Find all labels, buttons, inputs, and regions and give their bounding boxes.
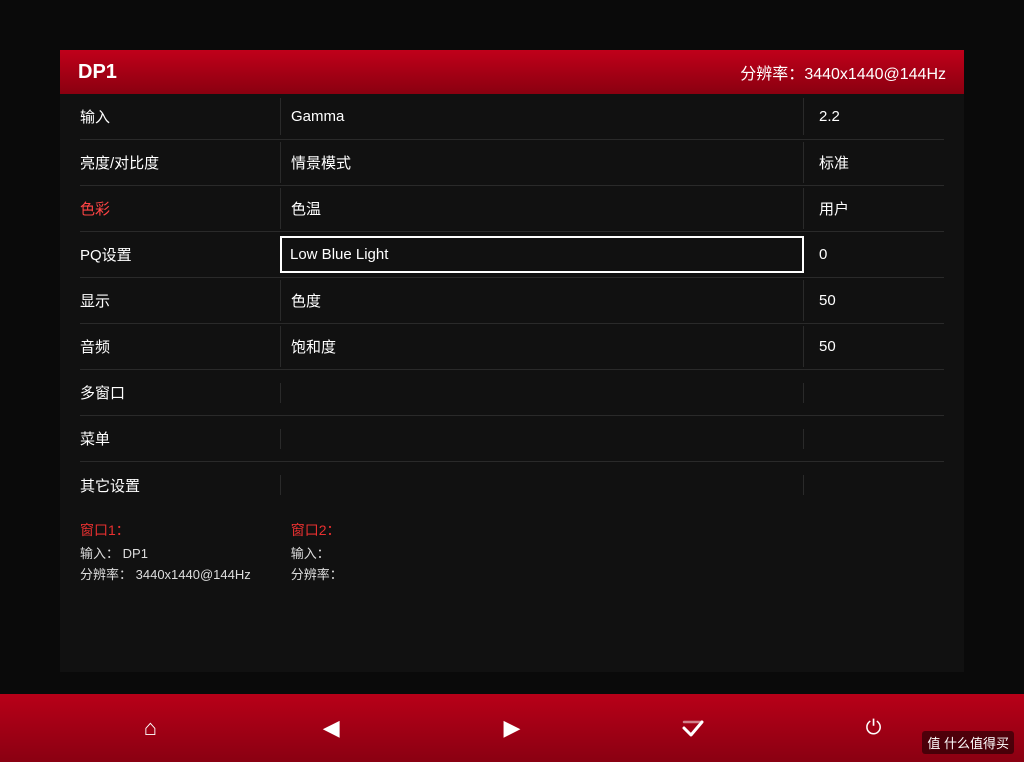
nav-bar: ⌂ ◀ ▶ ⏻ (0, 694, 1024, 762)
col-mid-scene: 情景模式 (280, 142, 804, 183)
col-mid-multiwindow (280, 383, 804, 403)
watermark: 值 什么值得买 (922, 731, 1014, 754)
col-left-multiwindow: 多窗口 (80, 372, 280, 413)
menu-row-audio: 音频 饱和度 50 (80, 324, 944, 370)
window1-title: 窗口1： (80, 520, 251, 540)
window2-info: 窗口2： 输入： 分辨率： (291, 520, 343, 586)
nav-confirm-button[interactable] (668, 703, 718, 753)
col-right-hue: 50 (804, 282, 944, 319)
col-right-colortemp: 用户 (804, 188, 944, 229)
window1-input: 输入： DP1 (80, 544, 251, 565)
menu-row-input: 输入 Gamma 2.2 (80, 94, 944, 140)
col-left-menu: 菜单 (80, 418, 280, 459)
nav-right-button[interactable]: ▶ (487, 703, 537, 753)
col-mid-saturation: 饱和度 (280, 326, 804, 367)
col-mid-lowblue[interactable]: Low Blue Light (280, 236, 804, 273)
col-left-audio: 音频 (80, 326, 280, 367)
header-resolution: 分辨率：3440x1440@144Hz (740, 60, 946, 84)
col-right-multiwindow (804, 383, 944, 403)
col-left-display: 显示 (80, 280, 280, 321)
window1-resolution: 分辨率： 3440x1440@144Hz (80, 565, 251, 586)
header-bar: DP1 分辨率：3440x1440@144Hz (60, 50, 964, 94)
nav-left-button[interactable]: ◀ (306, 703, 356, 753)
col-left-brightness: 亮度/对比度 (80, 142, 280, 183)
col-right-gamma: 2.2 (804, 98, 944, 135)
menu-content: 输入 Gamma 2.2 亮度/对比度 情景模式 标准 色彩 色温 用户 PQ设… (60, 94, 964, 508)
col-right-saturation: 50 (804, 328, 944, 365)
col-mid-menu (280, 429, 804, 449)
col-right-scene: 标准 (804, 142, 944, 183)
window2-title: 窗口2： (291, 520, 343, 540)
nav-home-button[interactable]: ⌂ (125, 703, 175, 753)
bottom-info: 窗口1： 输入： DP1 分辨率： 3440x1440@144Hz 窗口2： 输… (60, 520, 964, 586)
menu-row-color: 色彩 色温 用户 (80, 186, 944, 232)
menu-row-othersettings: 其它设置 (80, 462, 944, 508)
col-left-othersettings: 其它设置 (80, 465, 280, 506)
col-right-menu (804, 429, 944, 449)
col-mid-colortemp: 色温 (280, 188, 804, 229)
window2-resolution: 分辨率： (291, 565, 343, 586)
osd-container: DP1 分辨率：3440x1440@144Hz 输入 Gamma 2.2 亮度/… (60, 50, 964, 672)
window1-info: 窗口1： 输入： DP1 分辨率： 3440x1440@144Hz (80, 520, 251, 586)
header-source: DP1 (78, 61, 117, 84)
col-left-pq: PQ设置 (80, 234, 280, 275)
nav-power-button[interactable]: ⏻ (849, 703, 899, 753)
menu-row-brightness: 亮度/对比度 情景模式 标准 (80, 140, 944, 186)
menu-row-pq: PQ设置 Low Blue Light 0 (80, 232, 944, 278)
menu-row-menu: 菜单 (80, 416, 944, 462)
window2-input: 输入： (291, 544, 343, 565)
col-right-lowblue: 0 (804, 236, 944, 273)
col-mid-othersettings (280, 475, 804, 495)
confirm-icon (679, 714, 707, 742)
col-mid-gamma: Gamma (280, 98, 804, 135)
col-right-othersettings (804, 475, 944, 495)
col-left-color: 色彩 (80, 188, 280, 229)
col-mid-hue: 色度 (280, 280, 804, 321)
menu-row-multiwindow: 多窗口 (80, 370, 944, 416)
col-left-input: 输入 (80, 96, 280, 137)
menu-row-display: 显示 色度 50 (80, 278, 944, 324)
